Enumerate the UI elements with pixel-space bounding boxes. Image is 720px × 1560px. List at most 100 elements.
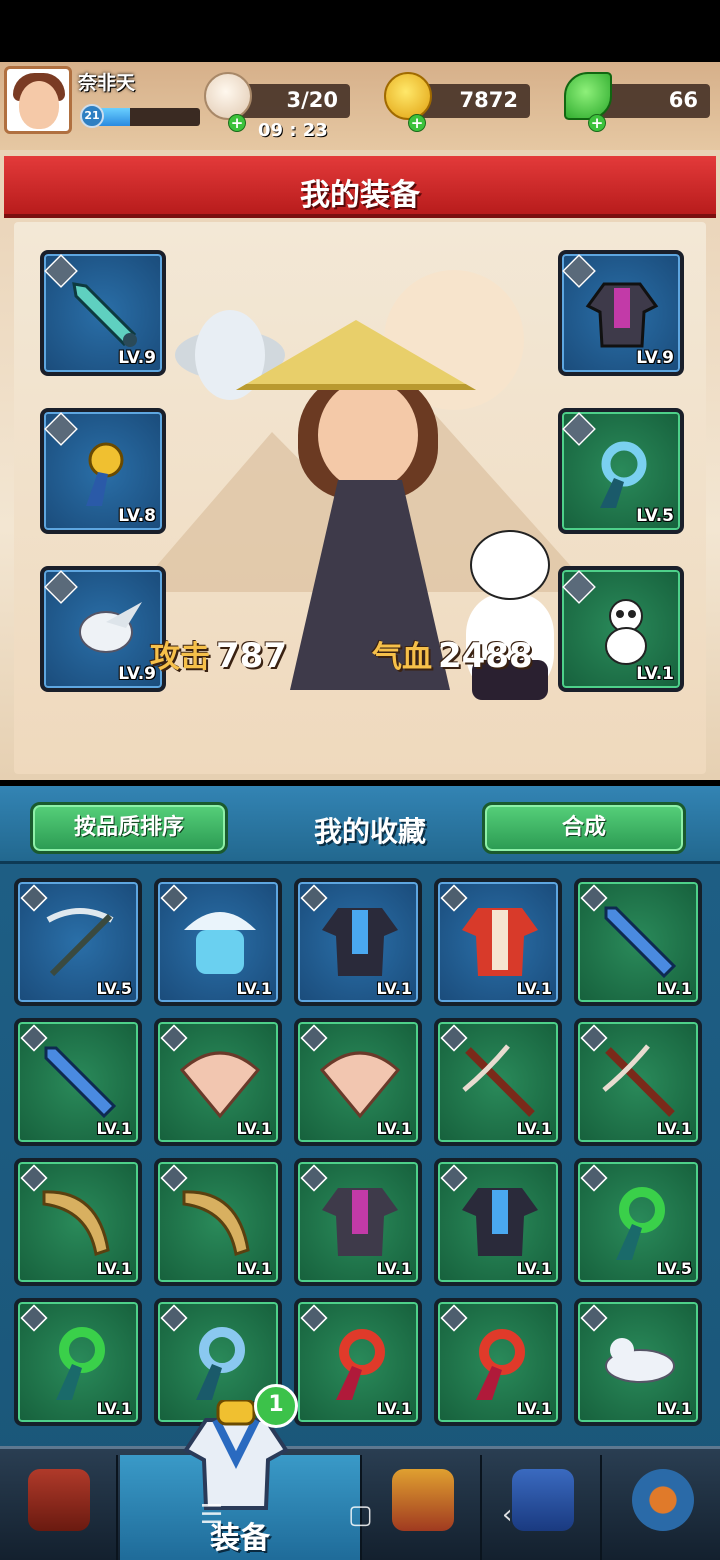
phoenix-pendant-icon — [476, 1329, 525, 1400]
blue-robe-icon — [462, 1188, 538, 1256]
item-level: LV.1 — [376, 1119, 412, 1138]
collection-item-blue-robe[interactable]: LV.1 — [434, 1158, 562, 1286]
collection-item-dark-robe[interactable]: LV.1 — [294, 1158, 422, 1286]
collection-item-crossbow[interactable]: LV.5 — [14, 878, 142, 1006]
jade-pendant-icon — [616, 1187, 665, 1260]
nav-settings[interactable] — [604, 1455, 720, 1560]
dagger-icon — [72, 282, 137, 347]
stamina-value: 3/20 — [286, 88, 338, 112]
collection-item-snow-hat[interactable]: LV.1 — [154, 878, 282, 1006]
shop-icon — [28, 1469, 90, 1531]
nav-shop[interactable] — [0, 1455, 118, 1560]
equip-slot-armor[interactable]: LV.9 — [558, 250, 684, 376]
golden-blade-icon — [182, 1190, 250, 1256]
golden-blade-icon — [42, 1190, 110, 1256]
slot-level: LV.8 — [118, 506, 156, 526]
gold-leaf-icon — [384, 72, 432, 120]
item-level: LV.1 — [376, 1399, 412, 1418]
settings-gear-icon — [632, 1469, 694, 1531]
item-level: LV.1 — [236, 1259, 272, 1278]
stamina-counter: + 3/20 — [204, 72, 350, 132]
collection-item-phoenix-pendant[interactable]: LV.1 — [434, 1298, 562, 1426]
silver-pendant-icon — [196, 1327, 245, 1400]
collection-item-golden-blade[interactable]: LV.1 — [154, 1158, 282, 1286]
ferret-pet-icon — [605, 1338, 675, 1383]
add-jade-button[interactable]: + — [588, 114, 606, 132]
fan-icon — [319, 1051, 401, 1119]
item-level: LV.1 — [376, 1259, 412, 1278]
collection-item-blue-sword[interactable]: LV.1 — [574, 878, 702, 1006]
item-level: LV.5 — [656, 1259, 692, 1278]
equipment-title: 我的装备 — [300, 178, 420, 213]
collection-item-red-robe[interactable]: LV.1 — [434, 878, 562, 1006]
collection-item-ferret-pet[interactable]: LV.1 — [574, 1298, 702, 1426]
blue-sword-icon — [604, 906, 677, 979]
equip-slot-pet-2[interactable]: LV.1 — [558, 566, 684, 692]
collection-item-red-crossbow[interactable]: LV.1 — [434, 1018, 562, 1146]
jade-pendant-icon — [56, 1327, 105, 1400]
equip-slot-weapon[interactable]: LV.9 — [40, 250, 166, 376]
player-name: 奈非天 — [78, 72, 136, 94]
system-menu-icon[interactable]: ☰ — [200, 1500, 223, 1530]
gold-value: 7872 — [459, 88, 518, 112]
book-icon — [512, 1469, 574, 1531]
item-level: LV.1 — [656, 979, 692, 998]
collection-title: 我的收藏 — [313, 815, 426, 848]
blue-sword-icon — [44, 1046, 117, 1119]
collection-item-blue-sword[interactable]: LV.1 — [14, 1018, 142, 1146]
dark-robe-icon — [322, 1188, 398, 1256]
collection-item-fan[interactable]: LV.1 — [154, 1018, 282, 1146]
collection-item-jade-pendant[interactable]: LV.1 — [14, 1298, 142, 1426]
slot-level: LV.9 — [636, 348, 674, 368]
stamina-timer: 09 : 23 — [258, 120, 328, 141]
hero-head — [318, 380, 418, 490]
system-back-icon[interactable]: ‹ — [502, 1500, 512, 1530]
item-level: LV.1 — [96, 1399, 132, 1418]
xp-bar — [92, 108, 200, 126]
item-level: LV.1 — [516, 1399, 552, 1418]
player-level-badge: 21 — [80, 104, 104, 128]
item-level: LV.1 — [96, 1259, 132, 1278]
equip-slot-accessory-2[interactable]: LV.5 — [558, 408, 684, 534]
sort-label: 按品质排序 — [73, 815, 184, 840]
item-level: LV.1 — [516, 1259, 552, 1278]
snow-hat-icon — [184, 912, 256, 974]
attack-value: 787 — [216, 636, 287, 676]
item-level: LV.1 — [516, 979, 552, 998]
item-level: LV.1 — [376, 979, 412, 998]
add-stamina-button[interactable]: + — [228, 114, 246, 132]
nav-skills[interactable] — [364, 1455, 482, 1560]
panda-head — [470, 530, 550, 600]
green-leaf-icon — [564, 72, 612, 120]
notification-badge: 1 — [254, 1384, 298, 1428]
player-avatar[interactable] — [4, 66, 72, 134]
merge-button[interactable]: 合成 — [482, 802, 686, 854]
collection-item-blue-robe[interactable]: LV.1 — [294, 878, 422, 1006]
hp-label: 气血 — [372, 640, 432, 675]
skills-icon — [392, 1469, 454, 1531]
collection-item-fan[interactable]: LV.1 — [294, 1018, 422, 1146]
fan-icon — [179, 1051, 261, 1119]
jade-value: 66 — [668, 88, 698, 112]
collection-item-golden-blade[interactable]: LV.1 — [14, 1158, 142, 1286]
item-level: LV.1 — [656, 1119, 692, 1138]
add-gold-button[interactable]: + — [408, 114, 426, 132]
top-resource-bar: 奈非天 21 + 3/20 + 7872 + 66 09 : 23 — [0, 62, 720, 162]
gold-counter: + 7872 — [384, 72, 530, 132]
slot-level: LV.1 — [636, 664, 674, 684]
merge-label: 合成 — [561, 815, 606, 840]
equip-slot-accessory-1[interactable]: LV.8 — [40, 408, 166, 534]
red-robe-icon — [462, 908, 538, 976]
blue-robe-icon — [322, 908, 398, 976]
collection-item-jade-pendant[interactable]: LV.5 — [574, 1158, 702, 1286]
item-level: LV.1 — [236, 979, 272, 998]
collection-item-phoenix-pendant[interactable]: LV.1 — [294, 1298, 422, 1426]
sort-by-quality-button[interactable]: 按品质排序 — [30, 802, 228, 854]
equip-slot-pet-1[interactable]: LV.9 — [40, 566, 166, 692]
slot-level: LV.9 — [118, 348, 156, 368]
collection-item-red-crossbow[interactable]: LV.1 — [574, 1018, 702, 1146]
item-level: LV.1 — [96, 1119, 132, 1138]
system-home-icon[interactable]: ▢ — [348, 1500, 373, 1530]
slot-level: LV.5 — [636, 506, 674, 526]
red-crossbow-icon — [602, 1044, 675, 1117]
